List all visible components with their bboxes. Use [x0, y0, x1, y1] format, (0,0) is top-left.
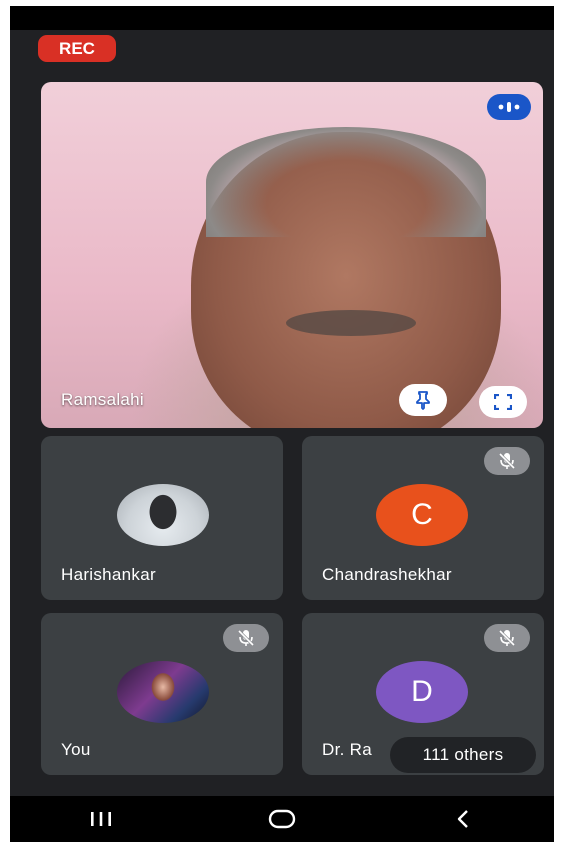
home-button[interactable] — [252, 799, 312, 839]
back-button[interactable] — [433, 799, 493, 839]
status-bar — [10, 6, 554, 30]
participant-tile[interactable]: C Chandrashekhar — [302, 436, 544, 600]
main-participant-name: Ramsalahi — [61, 390, 145, 409]
pin-icon — [416, 391, 430, 410]
fullscreen-icon — [494, 394, 512, 410]
back-icon — [458, 810, 469, 828]
recent-apps-button[interactable] — [71, 799, 131, 839]
meeting-screen: REC Ramsalahi Harishankar C Chandrashekh… — [10, 6, 554, 842]
fullscreen-button[interactable] — [479, 386, 527, 418]
mic-off-icon — [484, 447, 530, 475]
participant-avatar: C — [376, 484, 468, 546]
main-participant-tile[interactable]: Ramsalahi — [41, 82, 543, 428]
system-nav-bar — [10, 796, 554, 842]
others-count-button[interactable]: 111 others — [390, 737, 536, 773]
participant-tile[interactable]: You — [41, 613, 283, 775]
participant-tile[interactable]: Harishankar — [41, 436, 283, 600]
recent-apps-icon — [90, 812, 111, 826]
participant-name: Harishankar — [61, 565, 156, 584]
participant-name: You — [61, 740, 91, 759]
mic-off-icon — [223, 624, 269, 652]
participant-avatar — [117, 484, 209, 546]
participant-name: Chandrashekhar — [322, 565, 452, 584]
audio-level-icon — [487, 94, 531, 120]
participant-avatar — [117, 661, 209, 723]
mic-off-icon — [484, 624, 530, 652]
participant-tile[interactable]: D Dr. Ra 111 others — [302, 613, 544, 775]
participant-mustache — [286, 310, 416, 336]
participant-avatar: D — [376, 661, 468, 723]
pin-button[interactable] — [399, 384, 447, 416]
recording-badge: REC — [38, 35, 116, 62]
participant-name: Dr. Ra — [322, 740, 372, 759]
participant-hair — [206, 127, 486, 237]
home-icon — [268, 809, 296, 829]
